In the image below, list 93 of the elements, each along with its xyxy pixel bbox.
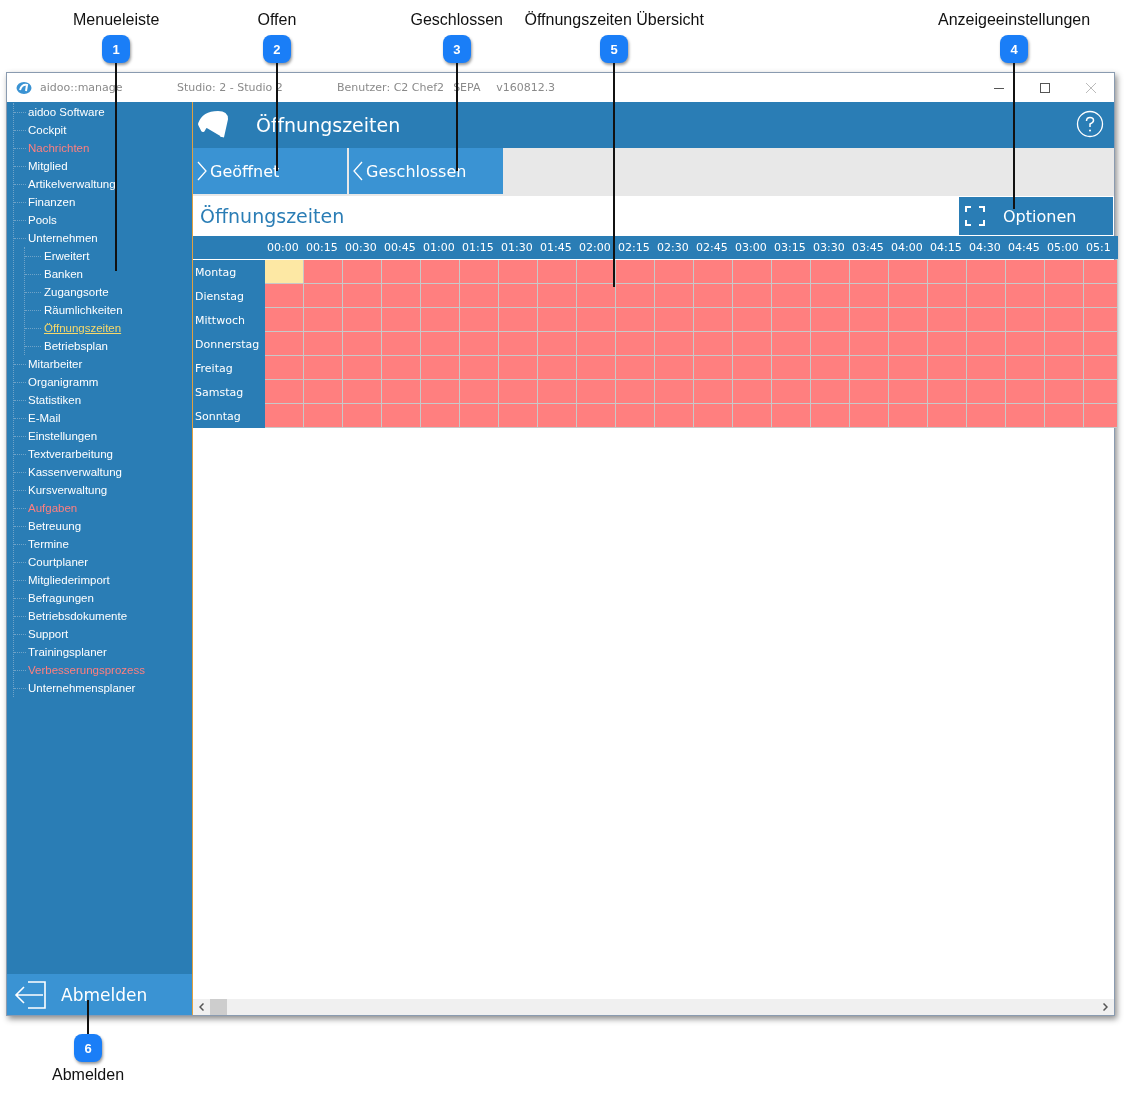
leader-line [87, 1000, 89, 1034]
day-label: Freitag [193, 356, 265, 380]
menu-item[interactable]: Trainingsplaner [28, 646, 107, 658]
menu-item[interactable]: Unternehmensplaner [28, 682, 136, 694]
time-header: 05:1 [1084, 236, 1118, 259]
callout-label: Offen [257, 11, 297, 29]
time-header: 04:45 [1006, 236, 1045, 259]
menu-item[interactable]: Öffnungszeiten [44, 322, 122, 334]
menu-item[interactable]: Finanzen [28, 196, 76, 208]
day-label: Dienstag [193, 284, 265, 308]
menu-item[interactable]: Kursverwaltung [28, 484, 108, 496]
menu-item[interactable]: Organigramm [28, 376, 99, 388]
time-header: 01:45 [538, 236, 577, 259]
callout-badge: 1 [102, 35, 131, 63]
chevron-left-icon [353, 161, 363, 181]
time-header: 01:00 [421, 236, 460, 259]
menu-item[interactable]: Textverarbeitung [28, 448, 114, 460]
menu-item[interactable]: Kassenverwaltung [28, 466, 122, 478]
scroll-left-icon [199, 1003, 204, 1011]
time-header: 02:15 [616, 236, 655, 259]
scroll-thumb[interactable] [210, 999, 227, 1015]
scroll-right-icon [1103, 1003, 1108, 1011]
menu-item[interactable]: Support [28, 628, 69, 640]
menu-item[interactable]: Mitarbeiter [28, 358, 83, 370]
closed-button[interactable]: Geschlossen [349, 148, 503, 194]
time-header: 03:45 [850, 236, 889, 259]
menu-item[interactable]: Banken [44, 268, 83, 280]
help-icon [1076, 109, 1104, 138]
time-header: 02:45 [694, 236, 733, 259]
menu-item[interactable]: Erweitert [44, 250, 90, 262]
callout-label: Geschlossen [410, 11, 503, 29]
menu-item[interactable]: Pools [28, 214, 57, 226]
close-icon [1086, 82, 1096, 93]
time-header: 00:00 [265, 236, 304, 259]
day-label: Donnerstag [193, 332, 265, 356]
menu-item[interactable]: Statistiken [28, 394, 82, 406]
callout-label: Abmelden [52, 1066, 125, 1084]
open-button[interactable]: Geöffnet [193, 148, 347, 194]
logo-icon [196, 110, 230, 140]
menu-item[interactable]: Betriebsdokumente [28, 610, 128, 622]
time-header: 01:30 [499, 236, 538, 259]
menu-item[interactable]: E-Mail [28, 412, 61, 424]
app-icon [16, 80, 32, 95]
section-title: Öffnungszeiten [199, 205, 346, 227]
callout-badge: 6 [74, 1034, 102, 1062]
day-label: Sonntag [193, 404, 265, 428]
menu-item[interactable]: Courtplaner [28, 556, 89, 568]
time-header: 02:00 [577, 236, 616, 259]
callout-badge: 5 [600, 35, 629, 63]
time-slot[interactable] [577, 260, 616, 284]
time-header: 00:15 [304, 236, 343, 259]
time-header: 00:45 [382, 236, 421, 259]
time-header: 04:15 [928, 236, 967, 259]
day-label: Samstag [193, 380, 265, 404]
chevron-right-icon [197, 161, 207, 181]
time-header: 01:15 [460, 236, 499, 259]
time-header: 04:30 [967, 236, 1006, 259]
options-button[interactable]: Optionen [959, 197, 1113, 235]
menu-item[interactable]: Einstellungen [28, 430, 98, 442]
time-header: 03:30 [811, 236, 850, 259]
menu-item[interactable]: Unternehmen [28, 232, 98, 244]
time-header: 00:30 [343, 236, 382, 259]
time-header: 03:15 [772, 236, 811, 259]
user-label: Benutzer: C2 Chef2 [337, 81, 445, 94]
day-label: Montag [193, 260, 265, 284]
expand-icon [965, 206, 985, 226]
menu-item[interactable]: Betreuung [28, 520, 82, 532]
menu-item[interactable]: Befragungen [28, 592, 94, 604]
time-header: 04:00 [889, 236, 928, 259]
callout-label: Menueleiste [73, 11, 160, 29]
menu-item[interactable]: Betriebsplan [44, 340, 108, 352]
menu-item[interactable]: aidoo Software [28, 106, 105, 118]
menu-item[interactable]: Termine [28, 538, 69, 550]
day-label: Mittwoch [193, 308, 265, 332]
maximize-icon [1040, 82, 1050, 93]
time-header: 03:00 [733, 236, 772, 259]
menu-item[interactable]: Zugangsorte [44, 286, 109, 298]
menu-item[interactable]: Cockpit [28, 124, 67, 136]
time-header: 05:00 [1045, 236, 1084, 259]
menu-item[interactable]: Mitglied [28, 160, 68, 172]
menu-item[interactable]: Räumlichkeiten [44, 304, 123, 316]
version-label: v160812.3 [496, 81, 557, 94]
callout-badge: 2 [262, 35, 291, 63]
callout-badge: 4 [1000, 35, 1029, 63]
callout-label: Öffnungszeiten Übersicht [524, 11, 704, 29]
logout-icon [13, 980, 47, 1009]
menu-item[interactable]: Artikelverwaltung [28, 178, 116, 190]
time-header: 02:30 [655, 236, 694, 259]
callout-label: Anzeigeeinstellungen [938, 11, 1091, 29]
horizontal-scrollbar[interactable] [193, 999, 1114, 1015]
logout-button[interactable]: Abmelden [7, 974, 192, 1015]
callout-badge: 3 [442, 35, 471, 63]
menu-item[interactable]: Mitgliederimport [28, 574, 110, 586]
